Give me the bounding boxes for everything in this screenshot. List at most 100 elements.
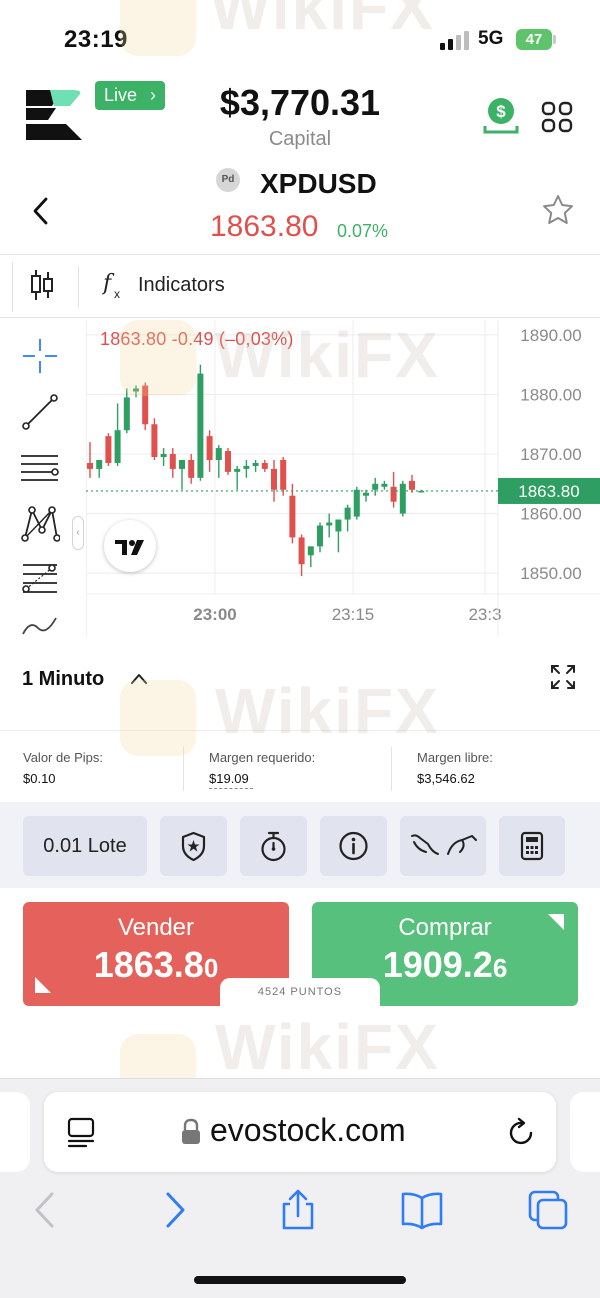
watermark-emblem xyxy=(120,0,196,56)
next-tab-peek[interactable] xyxy=(570,1092,600,1172)
required-margin-label: Margen requerido: xyxy=(209,750,316,765)
crosshair-icon[interactable] xyxy=(20,336,60,376)
instrument-badge: Pd xyxy=(216,168,240,192)
x-tick-label: 23:3 xyxy=(468,605,501,624)
page-menu-icon[interactable] xyxy=(66,1116,96,1148)
chevron-up-icon[interactable] xyxy=(130,672,148,686)
candle-body xyxy=(160,454,167,457)
back-icon[interactable] xyxy=(30,196,52,226)
candle-body xyxy=(307,546,314,556)
previous-tab-peek[interactable] xyxy=(0,1092,30,1172)
candle-body xyxy=(381,483,388,487)
url-text[interactable]: evostock.com xyxy=(210,1112,406,1149)
bull-bear-icon xyxy=(411,834,477,855)
instrument-price: 1863.80 xyxy=(210,210,319,243)
y-tick-label: 1870.00 xyxy=(520,445,581,464)
x-tick-label: 23:00 xyxy=(193,605,236,624)
browser-forward-icon[interactable] xyxy=(152,1188,196,1232)
candle-body xyxy=(179,459,185,469)
favorite-star-icon[interactable] xyxy=(542,194,574,226)
stopwatch-icon xyxy=(261,831,286,862)
brush-tool-icon[interactable] xyxy=(20,612,60,636)
reload-icon[interactable] xyxy=(506,1116,536,1148)
info-divider xyxy=(391,747,392,791)
candle-body xyxy=(123,397,130,431)
buy-price-main: 1909.2 xyxy=(382,944,493,985)
instrument-change: 0.07% xyxy=(337,221,389,241)
indicators-button[interactable]: Indicators xyxy=(138,274,225,297)
candle-body xyxy=(87,462,93,469)
home-indicator[interactable] xyxy=(194,1276,406,1284)
candle-body xyxy=(317,525,323,547)
toolbar-divider xyxy=(12,262,13,312)
y-tick-label: 1860.00 xyxy=(520,505,581,524)
buy-label: Comprar xyxy=(398,914,492,941)
tradingview-icon xyxy=(115,540,144,555)
fullscreen-expand-icon[interactable] xyxy=(550,664,576,690)
menu-grid-icon[interactable] xyxy=(541,101,573,133)
x-tick-label: 23:15 xyxy=(332,605,375,624)
pattern-tool-icon[interactable] xyxy=(20,504,60,544)
candle-body xyxy=(114,430,121,463)
candle-body xyxy=(133,388,139,392)
candle-body xyxy=(298,537,305,565)
watermark-text: WikiFX xyxy=(210,0,435,43)
buy-price-small: 6 xyxy=(492,953,508,983)
info-button[interactable] xyxy=(320,816,387,876)
calculator-button[interactable] xyxy=(499,816,565,876)
current-price-label: 1863.80 xyxy=(518,482,579,501)
candle-body xyxy=(353,489,360,517)
candle-body xyxy=(252,462,259,466)
horizontal-lines-icon[interactable] xyxy=(20,448,60,488)
status-time: 23:19 xyxy=(64,26,128,53)
network-type: 5G xyxy=(478,28,504,49)
stop-loss-button[interactable] xyxy=(160,816,227,876)
svg-text:$: $ xyxy=(496,102,506,121)
free-margin-label: Margen libre: xyxy=(417,750,493,765)
deposit-icon[interactable]: $ xyxy=(482,96,520,136)
y-tick-label: 1850.00 xyxy=(520,564,581,583)
candle-body xyxy=(197,373,204,478)
tradingview-logo[interactable] xyxy=(104,520,156,572)
timeframe-selector[interactable]: 1 Minuto xyxy=(22,668,104,691)
share-icon[interactable] xyxy=(276,1188,320,1232)
sentiment-button[interactable] xyxy=(400,816,486,876)
lot-size-label[interactable]: 0.01 Lote xyxy=(23,816,147,876)
candle-body xyxy=(280,459,287,490)
instrument-symbol: XPDUSD xyxy=(260,168,377,199)
candle-body xyxy=(215,448,222,460)
trend-line-icon[interactable] xyxy=(20,392,60,432)
indicators-fx-icon[interactable]: f x xyxy=(102,270,126,300)
sell-price-small: 0 xyxy=(203,953,219,983)
fib-retracement-icon[interactable] xyxy=(20,558,60,598)
section-divider xyxy=(0,730,600,731)
corner-triangle-icon xyxy=(35,977,51,993)
candle-body xyxy=(390,486,397,502)
sell-label: Vender xyxy=(117,914,195,941)
corner-triangle-icon xyxy=(548,914,564,930)
battery-tip xyxy=(553,35,556,44)
browser-back-icon[interactable] xyxy=(24,1188,68,1232)
candle-body xyxy=(96,459,103,469)
candle-body xyxy=(271,468,277,490)
spread-points-label: 4524 PUNTOS xyxy=(220,978,380,1008)
pip-value-label: Valor de Pips: xyxy=(23,750,103,765)
price-chart[interactable]: 1890.00 1880.00 1870.00 1860.00 1850.00 23:00… xyxy=(86,320,600,636)
calculator-icon xyxy=(520,831,544,861)
timer-button[interactable] xyxy=(240,816,307,876)
y-tick-label: 1890.00 xyxy=(520,326,581,345)
chart-ohlc-info: 1863.80 -0.49 (–0,03%) xyxy=(100,329,294,349)
tooltip-underline xyxy=(209,788,253,789)
watermark-emblem xyxy=(120,680,196,756)
candle-body xyxy=(234,468,241,472)
candle-body xyxy=(142,385,149,425)
candlestick-chart-type-icon[interactable] xyxy=(30,268,54,302)
candle-body xyxy=(344,507,351,520)
required-margin-value[interactable]: $19.09 xyxy=(209,771,249,786)
toggle-tools-handle[interactable]: ‹ xyxy=(72,516,84,550)
tabs-icon[interactable] xyxy=(526,1188,570,1232)
bookmarks-icon[interactable] xyxy=(400,1188,444,1232)
pip-value: $0.10 xyxy=(23,771,56,786)
candle-body xyxy=(399,483,406,514)
battery-icon: 47 xyxy=(516,29,552,50)
